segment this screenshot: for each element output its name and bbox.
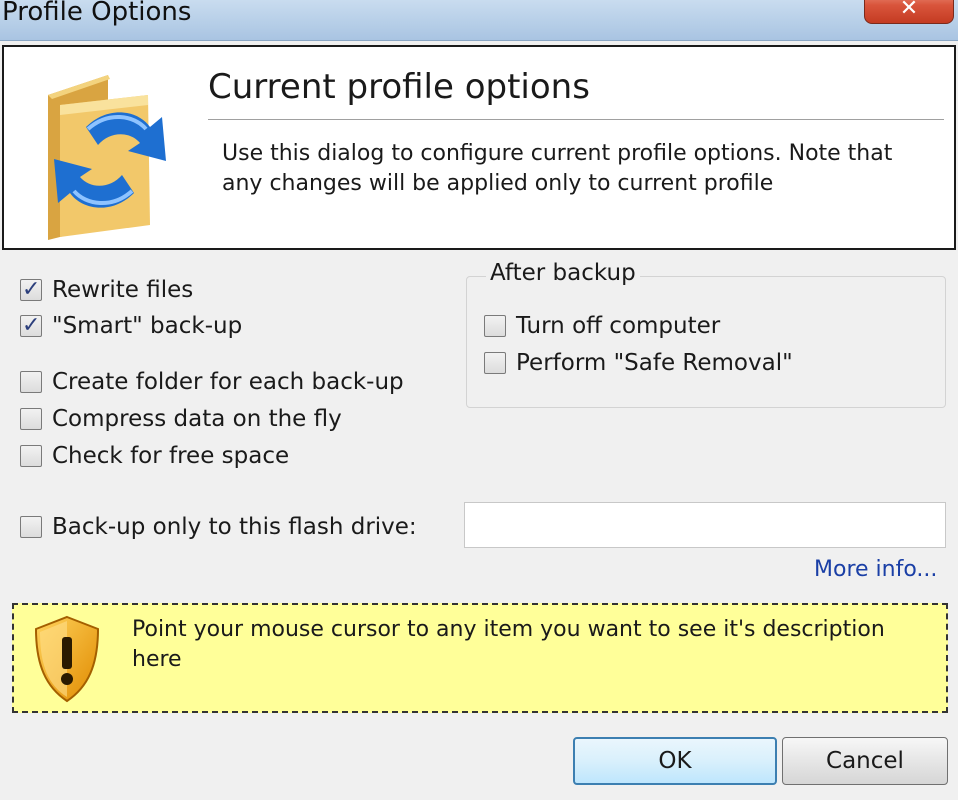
option-label: "Smart" back-up (52, 313, 243, 339)
option-label: Rewrite files (52, 277, 194, 303)
checkbox-box[interactable] (20, 445, 42, 467)
check-free-space-checkbox[interactable]: Check for free space (20, 441, 289, 471)
header-panel: Current profile options Use this dialog … (2, 45, 956, 250)
header-divider (208, 119, 944, 121)
checkbox-box[interactable]: ✓ (20, 277, 42, 302)
option-label: Back-up only to this flash drive: (52, 514, 417, 540)
flash-drive-input[interactable] (464, 502, 946, 548)
compress-data-checkbox[interactable]: Compress data on the fly (20, 404, 342, 434)
header-description: Use this dialog to configure current pro… (222, 141, 893, 196)
check-mark-icon: ✓ (22, 277, 41, 302)
option-label: Turn off computer (516, 313, 721, 339)
checkbox-box[interactable]: ✓ (20, 313, 42, 338)
checkbox-box[interactable] (20, 516, 42, 538)
warning-shield-icon (34, 615, 100, 703)
option-label: Perform "Safe Removal" (516, 350, 793, 376)
more-info-link[interactable]: More info... (814, 557, 937, 582)
safe-removal-checkbox[interactable]: Perform "Safe Removal" (484, 348, 793, 378)
flash-drive-checkbox[interactable]: Back-up only to this flash drive: (20, 512, 417, 542)
option-label: Compress data on the fly (52, 406, 342, 432)
after-backup-legend: After backup (486, 260, 640, 286)
checkbox-box[interactable] (484, 315, 506, 337)
create-folder-checkbox[interactable]: Create folder for each back-up (20, 367, 404, 397)
folder-sync-icon (48, 75, 166, 240)
option-label: Create folder for each back-up (52, 369, 404, 395)
check-mark-icon: ✓ (22, 313, 41, 338)
turn-off-computer-checkbox[interactable]: Turn off computer (484, 311, 720, 341)
window-title: Profile Options (2, 0, 192, 27)
close-button[interactable]: ✕ (864, 0, 954, 24)
cancel-button[interactable]: Cancel (782, 737, 948, 785)
header-title: Current profile options (208, 67, 590, 107)
checkbox-box[interactable] (20, 371, 42, 393)
option-label: Check for free space (52, 443, 290, 469)
after-backup-group (466, 276, 946, 408)
checkbox-box[interactable] (484, 352, 506, 374)
description-info-box: Point your mouse cursor to any item you … (12, 603, 948, 713)
checkbox-box[interactable] (20, 408, 42, 430)
close-icon: ✕ (899, 0, 919, 21)
info-description: Point your mouse cursor to any item you … (132, 617, 885, 672)
ok-button[interactable]: OK (573, 737, 777, 785)
smart-backup-checkbox[interactable]: ✓ "Smart" back-up (20, 311, 242, 341)
rewrite-files-checkbox[interactable]: ✓ Rewrite files (20, 275, 193, 305)
title-bar: Profile Options ✕ (0, 0, 958, 41)
